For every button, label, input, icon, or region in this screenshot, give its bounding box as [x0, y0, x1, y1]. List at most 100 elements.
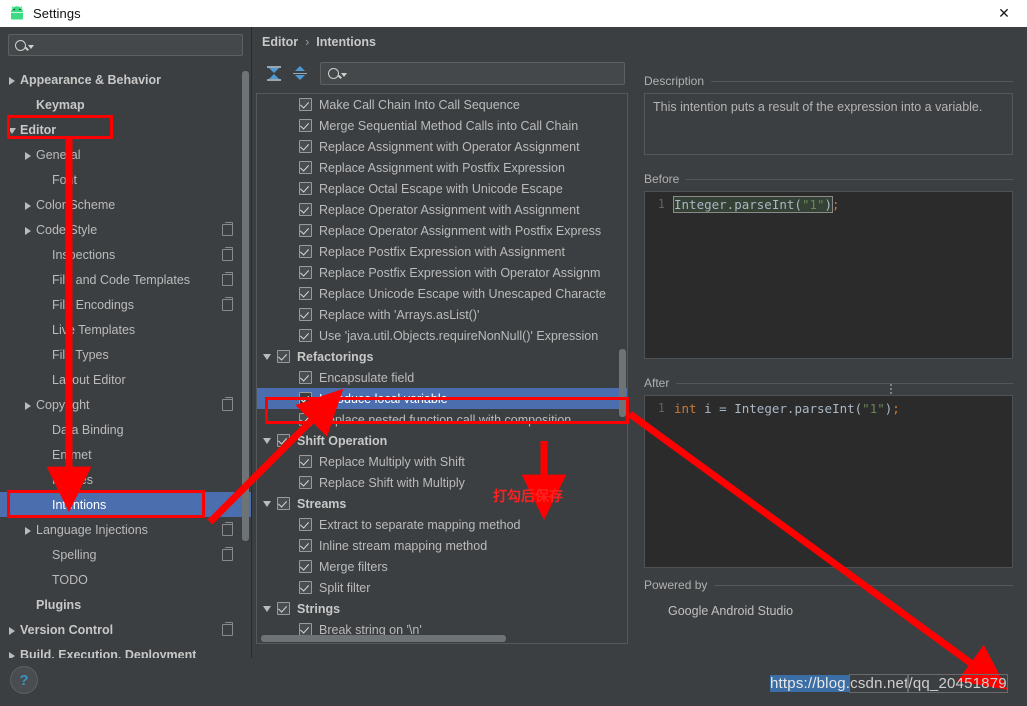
intention-row[interactable]: Replace Postfix Expression with Operator…: [257, 262, 627, 283]
collapse-all-icon[interactable]: [290, 63, 310, 83]
sidebar-item-images[interactable]: Images: [0, 467, 251, 492]
sidebar-item-emmet[interactable]: Emmet: [0, 442, 251, 467]
sidebar-item-inspections[interactable]: Inspections: [0, 242, 251, 267]
settings-tree[interactable]: Appearance & Behavior Keymap Editor General…: [0, 67, 251, 706]
checkbox[interactable]: [299, 182, 312, 195]
intention-row[interactable]: Replace Operator Assignment with Assignm…: [257, 199, 627, 220]
intention-row[interactable]: Split filter: [257, 577, 627, 598]
checkbox[interactable]: [299, 518, 312, 531]
copy-settings-icon[interactable]: [222, 622, 233, 636]
sidebar-item-version-control[interactable]: Version Control: [0, 617, 251, 642]
checkbox[interactable]: [299, 539, 312, 552]
sidebar-item-copyright[interactable]: Copyright: [0, 392, 251, 417]
sidebar-scrollbar[interactable]: [242, 71, 249, 541]
checkbox[interactable]: [299, 266, 312, 279]
checkbox[interactable]: [299, 371, 312, 384]
sidebar-item-plugins[interactable]: Plugins: [0, 592, 251, 617]
chevron-down-icon[interactable]: [257, 434, 277, 448]
intention-row[interactable]: Inline stream mapping method: [257, 535, 627, 556]
checkbox[interactable]: [299, 560, 312, 573]
intention-row[interactable]: Replace Operator Assignment with Postfix…: [257, 220, 627, 241]
checkbox[interactable]: [299, 413, 312, 426]
sidebar-item-file-types[interactable]: File Types: [0, 342, 251, 367]
intention-group-row[interactable]: Streams: [257, 493, 627, 514]
checkbox[interactable]: [299, 287, 312, 300]
intention-row[interactable]: Replace Assignment with Operator Assignm…: [257, 136, 627, 157]
sidebar-item-editor[interactable]: Editor: [0, 117, 251, 142]
sidebar-item-file-encodings[interactable]: File Encodings: [0, 292, 251, 317]
checkbox[interactable]: [299, 161, 312, 174]
checkbox[interactable]: [299, 140, 312, 153]
search-input[interactable]: [8, 34, 243, 56]
intention-row[interactable]: Replace Assignment with Postfix Expressi…: [257, 157, 627, 178]
checkbox[interactable]: [299, 476, 312, 489]
chevron-down-icon[interactable]: [6, 123, 20, 137]
copy-settings-icon[interactable]: [222, 297, 233, 311]
expand-all-icon[interactable]: [264, 63, 284, 83]
intention-row[interactable]: Merge Sequential Method Calls into Call …: [257, 115, 627, 136]
intentions-horizontal-scrollbar[interactable]: [261, 635, 506, 642]
chevron-down-icon[interactable]: [257, 497, 277, 511]
intention-row[interactable]: Introduce local variable: [257, 388, 627, 409]
chevron-right-icon[interactable]: [22, 198, 36, 212]
intention-row[interactable]: Merge filters: [257, 556, 627, 577]
before-code-editor[interactable]: 1 Integer.parseInt("1");: [644, 191, 1013, 359]
chevron-right-icon[interactable]: [22, 398, 36, 412]
copy-settings-icon[interactable]: [222, 222, 233, 236]
intention-row[interactable]: Encapsulate field: [257, 367, 627, 388]
after-code-editor[interactable]: 1 int i = Integer.parseInt("1");: [644, 395, 1013, 568]
checkbox[interactable]: [299, 455, 312, 468]
copy-settings-icon[interactable]: [222, 522, 233, 536]
checkbox[interactable]: [299, 308, 312, 321]
intention-row[interactable]: Extract to separate mapping method: [257, 514, 627, 535]
chevron-down-icon[interactable]: [257, 350, 277, 364]
chevron-right-icon[interactable]: [22, 223, 36, 237]
copy-settings-icon[interactable]: [222, 547, 233, 561]
checkbox[interactable]: [299, 224, 312, 237]
sidebar-item-todo[interactable]: TODO: [0, 567, 251, 592]
chevron-right-icon[interactable]: [22, 523, 36, 537]
sidebar-item-general[interactable]: General: [0, 142, 251, 167]
intention-row[interactable]: Use 'java.util.Objects.requireNonNull()'…: [257, 325, 627, 346]
filter-input[interactable]: [320, 61, 625, 85]
sidebar-item-layout-editor[interactable]: Layout Editor: [0, 367, 251, 392]
sidebar-item-language-injections[interactable]: Language Injections: [0, 517, 251, 542]
intention-row[interactable]: Replace Multiply with Shift: [257, 451, 627, 472]
checkbox[interactable]: [299, 329, 312, 342]
intentions-rows[interactable]: Make Call Chain Into Call Sequence Merge …: [257, 94, 627, 640]
sidebar-item-file-and-code-templates[interactable]: File and Code Templates: [0, 267, 251, 292]
intention-group-row[interactable]: Strings: [257, 598, 627, 619]
copy-settings-icon[interactable]: [222, 397, 233, 411]
checkbox[interactable]: [299, 98, 312, 111]
copy-settings-icon[interactable]: [222, 272, 233, 286]
copy-settings-icon[interactable]: [222, 247, 233, 261]
intention-row[interactable]: Replace Unicode Escape with Unescaped Ch…: [257, 283, 627, 304]
sidebar-item-data-binding[interactable]: Data Binding: [0, 417, 251, 442]
checkbox[interactable]: [299, 245, 312, 258]
intention-row[interactable]: Replace Shift with Multiply: [257, 472, 627, 493]
sidebar-item-font[interactable]: Font: [0, 167, 251, 192]
breadcrumb-parent[interactable]: Editor: [262, 35, 298, 49]
intention-row[interactable]: Replace with 'Arrays.asList()': [257, 304, 627, 325]
intention-row[interactable]: Replace nested function call with compos…: [257, 409, 627, 430]
checkbox[interactable]: [277, 434, 290, 447]
sidebar-item-live-templates[interactable]: Live Templates: [0, 317, 251, 342]
intention-row[interactable]: Replace Octal Escape with Unicode Escape: [257, 178, 627, 199]
sidebar-item-intentions[interactable]: Intentions: [0, 492, 251, 517]
checkbox[interactable]: [299, 392, 312, 405]
sidebar-item-appearance-behavior[interactable]: Appearance & Behavior: [0, 67, 251, 92]
chevron-right-icon[interactable]: [22, 148, 36, 162]
sidebar-item-color-scheme[interactable]: Color Scheme: [0, 192, 251, 217]
intention-group-row[interactable]: Shift Operation: [257, 430, 627, 451]
checkbox[interactable]: [299, 581, 312, 594]
help-button[interactable]: ?: [10, 666, 38, 694]
checkbox[interactable]: [277, 497, 290, 510]
intention-row[interactable]: Make Call Chain Into Call Sequence: [257, 94, 627, 115]
sidebar-item-spelling[interactable]: Spelling: [0, 542, 251, 567]
intentions-vertical-scrollbar[interactable]: [619, 349, 626, 417]
chevron-down-icon[interactable]: [257, 602, 277, 616]
intentions-list[interactable]: Make Call Chain Into Call Sequence Merge …: [256, 93, 628, 644]
chevron-right-icon[interactable]: [6, 623, 20, 637]
checkbox[interactable]: [277, 350, 290, 363]
checkbox[interactable]: [299, 119, 312, 132]
